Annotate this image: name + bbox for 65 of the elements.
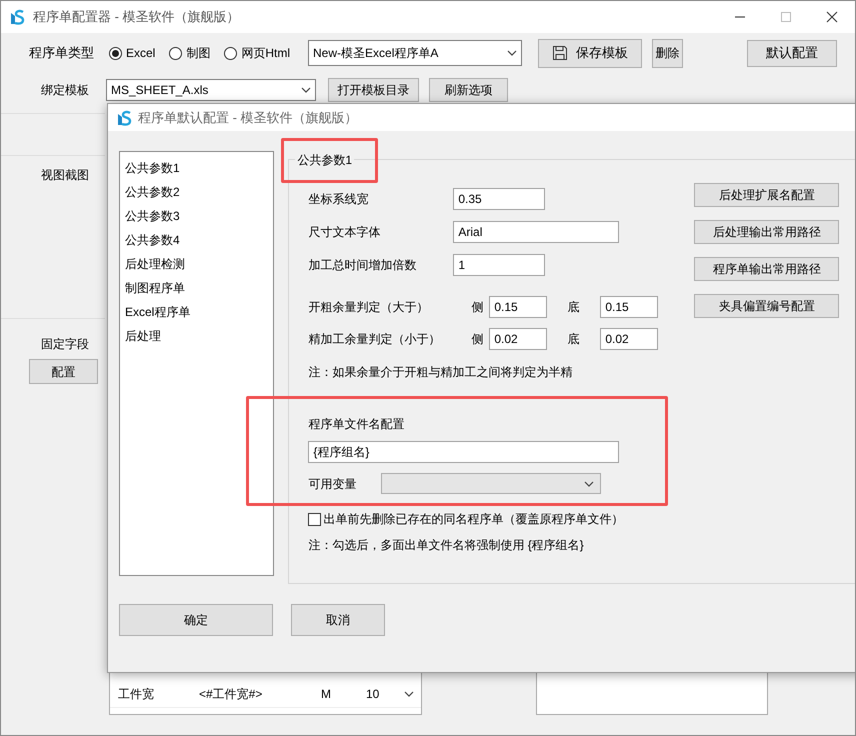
side-label: 侧: [471, 299, 484, 316]
variables-dropdown[interactable]: [381, 473, 602, 494]
field-label: 坐标系线宽: [308, 190, 370, 208]
table-cell-text: <#工件宽#>: [198, 686, 264, 702]
note-text: 注：如果余量介于开粗与精加工之间将判定为半精: [308, 364, 574, 381]
config-option-button[interactable]: 后处理扩展名配置: [694, 183, 840, 207]
input-field[interactable]: 0.35: [453, 188, 546, 210]
config-button[interactable]: 配置: [29, 359, 98, 384]
side-label: 侧: [471, 331, 484, 348]
group-title: 公共参数1: [295, 151, 354, 169]
chevron-down-icon: [584, 480, 594, 486]
field-label: 精加工余量判定（小于）: [308, 331, 442, 348]
type-label: 程序单类型: [29, 44, 95, 62]
default-config-button[interactable]: 默认配置: [747, 40, 838, 66]
variables-label: 可用变量: [308, 476, 358, 492]
nav-item[interactable]: 公共参数2: [120, 180, 274, 204]
save-template-button[interactable]: 保存模板: [538, 38, 642, 68]
nav-item[interactable]: 后处理: [120, 324, 274, 348]
filename-config-label: 程序单文件名配置: [308, 416, 406, 433]
config-option-button[interactable]: 夹具偏置编号配置: [694, 294, 840, 318]
bottom-label: 底: [567, 299, 580, 316]
nav-item[interactable]: 公共参数3: [120, 204, 274, 228]
view-screenshot-label: 视图截图: [41, 168, 89, 182]
ok-button[interactable]: 确定: [119, 604, 273, 636]
field-label: 加工总时间增加倍数: [308, 256, 418, 274]
nav-item[interactable]: 公共参数1: [120, 156, 274, 180]
fixed-fields-label: 固定字段: [41, 336, 90, 353]
nav-item[interactable]: Excel程序单: [120, 300, 274, 324]
template-file-dropdown[interactable]: MS_SHEET_A.xls: [106, 79, 316, 101]
radio-option[interactable]: 网页Html: [224, 44, 290, 62]
chevron-down-icon: [507, 50, 518, 56]
chevron-down-icon: [404, 690, 414, 696]
input-field[interactable]: 0.02: [489, 328, 548, 350]
logo-icon: [116, 110, 132, 126]
window-title: 程序单配置器 - 模圣软件（旗舰版）: [33, 8, 240, 26]
nav-item[interactable]: 公共参数4: [120, 228, 274, 252]
input-field[interactable]: 1: [453, 254, 546, 276]
delete-button[interactable]: 删除: [652, 38, 684, 68]
bottom-label: 底: [567, 331, 580, 348]
input-field[interactable]: 0.02: [600, 328, 658, 350]
template-dropdown[interactable]: New-模圣Excel程序单A: [308, 40, 522, 66]
config-option-button[interactable]: 程序单输出常用路径: [694, 257, 840, 281]
input-field[interactable]: Arial: [453, 220, 620, 242]
dialog-title: 程序单默认配置 - 模圣软件（旗舰版）: [138, 108, 358, 127]
bind-template-label: 绑定模板: [41, 82, 90, 99]
radio-option[interactable]: Excel: [109, 44, 156, 62]
nav-item[interactable]: 制图程序单: [120, 276, 274, 300]
table-cell-text: M: [320, 686, 332, 702]
field-label: 开粗余量判定（大于）: [308, 299, 430, 316]
logo-icon: [9, 9, 25, 25]
open-directory-button[interactable]: 打开模板目录: [328, 78, 419, 102]
input-field[interactable]: 0.15: [600, 296, 658, 318]
delete-existing-checkbox[interactable]: 出单前先删除已存在的同名程序单（覆盖原程序单文件）: [308, 510, 855, 528]
note-text: 注：勾选后，多面出单文件名将强制使用 {程序组名}: [308, 537, 585, 554]
chevron-down-icon: [301, 87, 311, 93]
radio-option[interactable]: 制图: [169, 44, 210, 62]
field-label: 尺寸文本字体: [308, 224, 382, 240]
nav-item[interactable]: 后处理检测: [120, 252, 274, 276]
cancel-button[interactable]: 取消: [291, 604, 385, 636]
refresh-button[interactable]: 刷新选项: [429, 78, 508, 102]
table-cell-text: 工件宽: [117, 686, 155, 702]
table-cell-text: 10: [365, 686, 380, 702]
input-field[interactable]: 0.15: [489, 296, 548, 318]
config-option-button[interactable]: 后处理输出常用路径: [694, 220, 840, 244]
filename-input[interactable]: {程序组名}: [308, 441, 620, 463]
